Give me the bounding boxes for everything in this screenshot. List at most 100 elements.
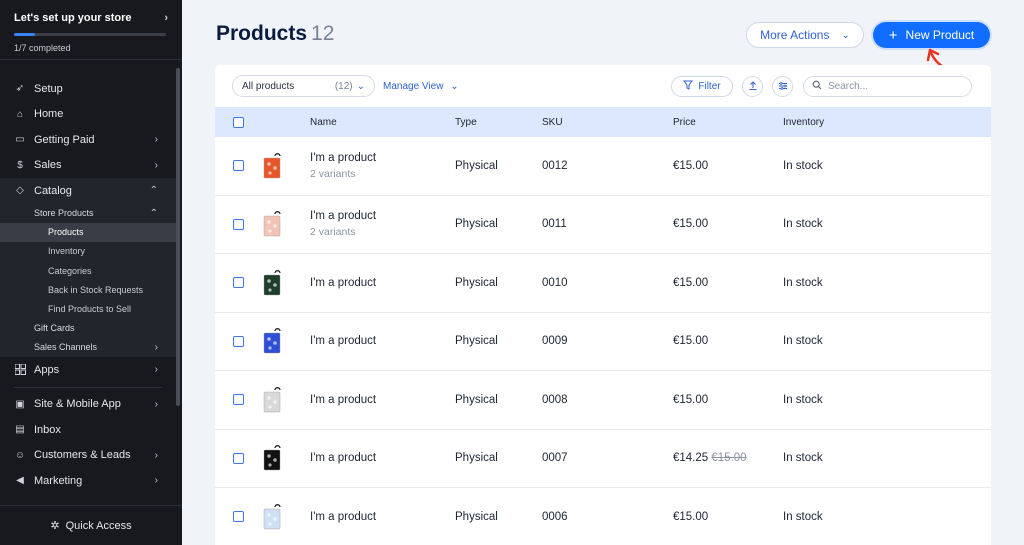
product-name[interactable]: I'm a product (310, 210, 376, 222)
row-checkbox[interactable] (233, 218, 244, 230)
product-variants: 2 variants (310, 226, 356, 239)
product-name-cell: I'm a product (310, 511, 376, 523)
sidebar-item-gift-cards[interactable]: Gift Cards (0, 319, 176, 338)
product-type: Physical (455, 510, 498, 523)
product-name-cell: I'm a product (310, 335, 376, 347)
row-checkbox[interactable] (233, 277, 244, 289)
product-name[interactable]: I'm a product (310, 335, 376, 347)
table-header: Name Type SKU Price Inventory (215, 107, 991, 137)
more-actions-button[interactable]: More Actions ⌄ (746, 22, 864, 48)
quick-access-label: Quick Access (65, 519, 132, 532)
row-checkbox[interactable] (233, 452, 244, 464)
sidebar-item-marketing[interactable]: ◀ Marketing › (0, 468, 176, 494)
row-checkbox[interactable] (233, 511, 244, 523)
sparkle-icon: ✲ (50, 520, 60, 532)
table-row[interactable]: I'm a product 2 variants Physical 0011 €15.0… (215, 196, 991, 254)
product-name[interactable]: I'm a product (310, 152, 376, 164)
home-icon: ⌂ (16, 108, 24, 120)
sidebar-item-catalog[interactable]: ◇ Catalog ⌃ (0, 178, 176, 204)
row-checkbox[interactable] (233, 160, 244, 172)
dollar-icon: $ (17, 159, 23, 171)
product-thumbnail (263, 152, 281, 178)
product-sku: 0008 (542, 393, 568, 406)
product-name[interactable]: I'm a product (310, 452, 376, 464)
sidebar-subitem-back-in-stock-requests[interactable]: Back in Stock Requests (0, 280, 176, 299)
sidebar-item-setup[interactable]: ➶ Setup (0, 76, 176, 102)
sidebar-item-apps[interactable]: Apps › (0, 357, 176, 383)
sidebar-item-site-mobile-app[interactable]: ▣ Site & Mobile App › (0, 392, 176, 418)
sidebar-subitem-categories[interactable]: Categories (0, 261, 176, 280)
quick-access-button[interactable]: ✲ Quick Access (0, 505, 182, 545)
sidebar-item-label: Home (34, 108, 64, 121)
price-value: €15.00 (673, 393, 709, 406)
product-name[interactable]: I'm a product (310, 394, 376, 406)
sidebar-item-customers-leads[interactable]: ☺ Customers & Leads › (0, 443, 176, 469)
table-row[interactable]: I'm a product Physical 0007 €14.25 €15.00 In… (215, 430, 991, 488)
product-sku: 0009 (542, 335, 568, 348)
table-row[interactable]: I'm a product Physical 0006 €15.00 In stock (215, 488, 991, 545)
table-row[interactable]: I'm a product Physical 0010 €15.00 In stock (215, 254, 991, 313)
export-button[interactable] (742, 76, 763, 97)
product-sku: 0012 (542, 159, 568, 172)
sidebar-item-sales-channels[interactable]: Sales Channels › (0, 338, 176, 357)
price-value: €15.00 (673, 335, 709, 348)
sidebar-subitem-find-products-to-sell[interactable]: Find Products to Sell (0, 299, 176, 318)
table-row[interactable]: I'm a product Physical 0008 €15.00 In stock (215, 371, 991, 430)
product-price: €15.00 (673, 511, 708, 523)
column-header-name[interactable]: Name (310, 117, 337, 128)
sidebar-item-home[interactable]: ⌂ Home (0, 102, 176, 128)
column-header-type[interactable]: Type (455, 117, 477, 128)
product-count: 12 (311, 22, 335, 45)
sidebar-subitem-products[interactable]: Products (0, 222, 176, 242)
filter-button[interactable]: Filter (671, 76, 733, 97)
chevron-up-icon: ⌃ (149, 185, 158, 197)
product-name-cell: I'm a product (310, 452, 376, 464)
select-all-checkbox[interactable] (233, 116, 244, 128)
chevron-right-icon: › (154, 134, 158, 146)
sidebar-item-store-products[interactable]: Store Products ⌃ (0, 204, 176, 223)
sidebar-item-getting-paid[interactable]: ▭ Getting Paid › (0, 127, 176, 153)
chevron-right-icon: › (154, 364, 158, 376)
product-sku: 0011 (542, 218, 567, 231)
setup-panel[interactable]: Let's set up your store › 1/7 completed (0, 0, 182, 60)
sidebar-item-label: Setup (34, 82, 63, 95)
people-icon: ☺ (14, 449, 26, 461)
product-name[interactable]: I'm a product (310, 277, 376, 289)
search-input[interactable]: Search... (803, 76, 972, 97)
new-product-label: New Product (905, 28, 975, 42)
new-product-button[interactable]: + New Product (873, 22, 990, 48)
product-name-cell: I'm a product 2 variants (310, 210, 376, 238)
price-value: €15.00 (673, 218, 709, 231)
sidebar-item-inbox[interactable]: ▤ Inbox (0, 417, 176, 443)
product-filter-select[interactable]: All products (12) ⌄ (232, 75, 375, 97)
apps-icon (14, 364, 26, 376)
product-name[interactable]: I'm a product (310, 511, 376, 523)
table-row[interactable]: I'm a product Physical 0009 €15.00 In stock (215, 313, 991, 371)
credit-card-icon: ▭ (15, 134, 25, 146)
product-price: €15.00 (673, 160, 708, 172)
product-type: Physical (455, 218, 498, 231)
columns-settings-button[interactable] (772, 76, 793, 97)
column-header-inventory[interactable]: Inventory (783, 117, 824, 128)
manage-view-button[interactable]: Manage View ⌄ (383, 81, 459, 92)
product-type: Physical (455, 335, 498, 348)
column-header-price[interactable]: Price (673, 117, 696, 128)
search-placeholder: Search... (828, 81, 869, 92)
rocket-icon: ➶ (15, 83, 25, 95)
sidebar-subitem-inventory[interactable]: Inventory (0, 242, 176, 261)
filter-select-value: All products (242, 80, 295, 92)
product-type: Physical (455, 159, 498, 172)
chevron-right-icon: › (164, 12, 168, 24)
product-sku: 0010 (542, 276, 568, 289)
divider (14, 386, 162, 388)
sidebar-item-sales[interactable]: $ Sales › (0, 153, 176, 179)
row-checkbox[interactable] (233, 394, 244, 406)
sidebar-scrollbar[interactable] (176, 68, 180, 406)
table-row[interactable]: I'm a product 2 variants Physical 0012 €15.0… (215, 137, 991, 196)
setup-progress-bar (14, 33, 166, 36)
row-checkbox[interactable] (233, 335, 244, 347)
product-type: Physical (455, 276, 498, 289)
column-header-sku[interactable]: SKU (542, 117, 563, 128)
table-body: I'm a product 2 variants Physical 0012 €15.0… (215, 137, 991, 545)
catalog-icon: ◇ (16, 185, 24, 197)
